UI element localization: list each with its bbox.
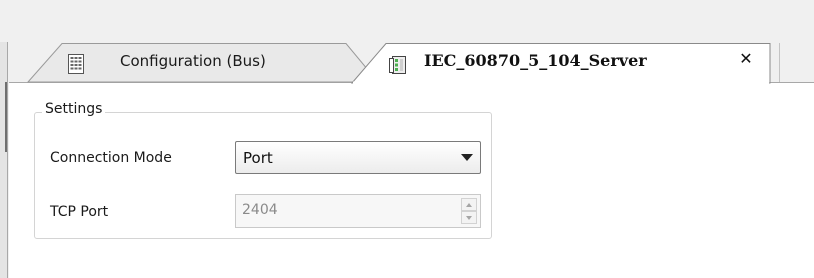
tcp-port-spinbox[interactable] [235, 194, 481, 228]
dropdown-arrow-icon[interactable] [461, 154, 473, 161]
tab-iec-server-label[interactable]: IEC_60870_5_104_Server [424, 51, 647, 70]
connection-mode-dropdown[interactable]: Port [235, 141, 481, 174]
spin-down-arrow-icon [466, 216, 472, 220]
server-device-icon [389, 56, 406, 74]
tab-configuration-bus-label[interactable]: Configuration (Bus) [120, 52, 266, 70]
connection-mode-value: Port [243, 149, 273, 167]
settings-group-title: Settings [42, 101, 106, 117]
tcp-port-input[interactable] [242, 202, 442, 218]
configuration-page-icon [68, 54, 84, 74]
tab-strip [9, 43, 814, 84]
spin-up-button[interactable] [461, 198, 477, 211]
spin-down-button[interactable] [461, 211, 477, 224]
spin-up-arrow-icon [466, 203, 472, 207]
connection-mode-label: Connection Mode [50, 150, 172, 166]
tcp-port-label: TCP Port [50, 204, 109, 220]
tab-close-icon[interactable]: ✕ [735, 48, 757, 70]
